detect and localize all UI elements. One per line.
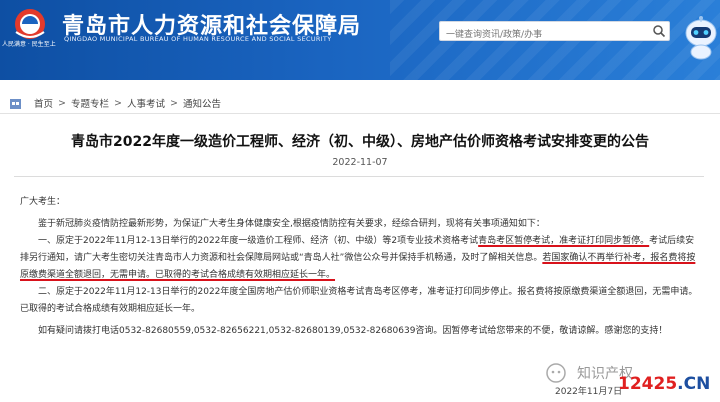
article-date: 2022-11-07: [332, 157, 388, 168]
breadcrumb-separator: >: [114, 97, 122, 109]
site-subtitle: QINGDAO MUNICIPAL BUREAU OF HUMAN RESOUR…: [64, 35, 332, 43]
article-body: 广大考生： 鉴于新冠肺炎疫情防控最新形势，为保证广大考生身体健康安全,根据疫情防…: [20, 194, 700, 340]
watermark-logo-icon: [546, 363, 566, 383]
search-icon[interactable]: [652, 24, 666, 38]
breadcrumb-divider: [0, 113, 720, 114]
breadcrumb-personnel-exam[interactable]: 人事考试: [127, 96, 165, 110]
sign-date: 2022年11月7日: [555, 387, 623, 397]
intro-paragraph: 鉴于新冠肺炎疫情防控最新形势，为保证广大考生身体健康安全,根据疫情防控有关要求，…: [38, 219, 545, 229]
home-icon: [10, 98, 21, 109]
site-header: 人民满意 · 民生至上 青岛市人力资源和社会保障局 QINGDAO MUNICI…: [0, 0, 720, 80]
search-box: [439, 21, 670, 44]
breadcrumb-separator: >: [58, 97, 66, 109]
watermark-site-domain: .CN: [677, 374, 711, 394]
paragraph-one: 一、原定于2022年11月12-13日举行的2022年度一级造价工程师、经济（初…: [20, 233, 700, 284]
article-title: 青岛市2022年度一级造价工程师、经济（初、中级）、房地产估价师资格考试安排变更…: [71, 134, 649, 150]
breadcrumb-topics[interactable]: 专题专栏: [71, 96, 109, 110]
logo-caption: 人民满意 · 民生至上: [2, 41, 56, 48]
salutation: 广大考生：: [20, 197, 66, 207]
search-input[interactable]: [440, 26, 632, 44]
robot-assistant-icon[interactable]: [682, 14, 720, 60]
paragraph-two: 二、原定于2022年11月12-13日举行的2022年度全国房地产估价师职业资格…: [20, 287, 698, 314]
breadcrumb-separator: >: [169, 97, 178, 109]
p1-text-a: 一、原定于2022年11月12-13日举行的2022年度一级造价工程师、经济（初…: [38, 236, 479, 246]
contact-paragraph: 如有疑问请拨打电话0532-82680559,0532-82656221,053…: [38, 326, 668, 336]
watermark-site-number: 12425: [618, 374, 678, 394]
breadcrumb-notices[interactable]: 通知公告: [183, 96, 221, 110]
breadcrumb-home[interactable]: 首页: [34, 96, 53, 110]
p1-highlight-suspension: 青岛考区暂停考试，准考证打印同步暂停。: [478, 236, 650, 246]
watermark-site: 12425.CN: [618, 374, 710, 394]
breadcrumb: 首页 > 专题专栏 > 人事考试 > 通知公告: [9, 95, 221, 111]
article-divider: [14, 176, 704, 177]
